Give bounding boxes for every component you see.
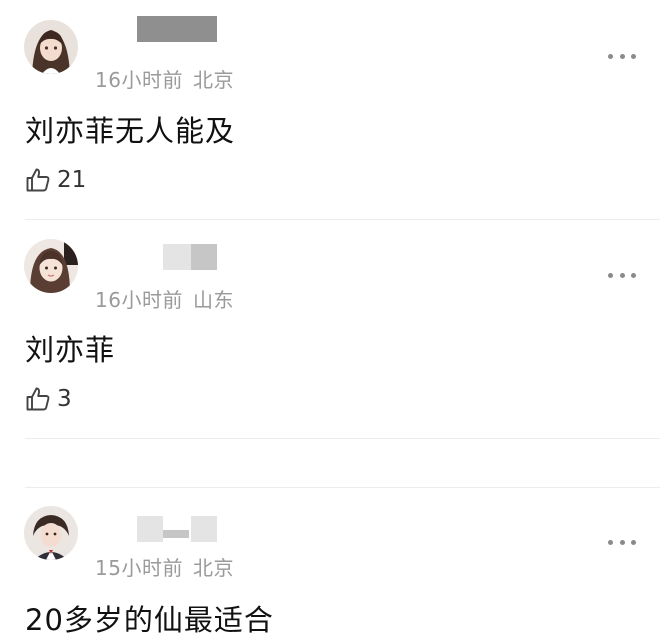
comment-location: 北京 [192,556,234,580]
comment-time: 16小时前 [95,68,183,92]
username-redacted[interactable] [137,516,163,542]
thumbs-up-icon [26,387,50,411]
like-count: 3 [57,386,72,412]
comment-time: 16小时前 [95,288,183,312]
username-redacted[interactable] [163,244,191,270]
username-redacted[interactable] [191,244,217,270]
username-redacted[interactable] [163,530,189,538]
comment-location: 山东 [192,288,234,312]
more-options-icon[interactable] [608,535,636,549]
like-button[interactable]: 3 [25,386,72,412]
user-avatar[interactable] [24,506,78,560]
user-avatar[interactable] [24,20,78,74]
divider [25,438,660,439]
comment-text: 刘亦菲 [25,333,116,367]
comment-time: 15小时前 [95,556,183,580]
like-count: 21 [57,167,87,193]
username-redacted[interactable] [137,16,217,42]
comment-text: 20多岁的仙最适合 [25,603,274,637]
more-options-icon[interactable] [608,268,636,282]
user-avatar[interactable] [24,239,78,293]
comment-text: 刘亦菲无人能及 [25,114,236,148]
comment-location: 北京 [192,68,234,92]
thumbs-up-icon [26,168,50,192]
more-options-icon[interactable] [608,49,636,63]
like-button[interactable]: 21 [25,167,86,193]
divider [25,219,660,220]
comment-meta: 15小时前 北京 [95,552,234,581]
comment-feed: 16小时前 北京 刘亦菲无人能及 21 16小时前 山东 刘亦菲 3 15小时前… [0,0,660,641]
username-redacted[interactable] [191,516,217,542]
divider [25,487,660,488]
comment-meta: 16小时前 北京 [95,64,234,93]
comment-meta: 16小时前 山东 [95,284,234,313]
